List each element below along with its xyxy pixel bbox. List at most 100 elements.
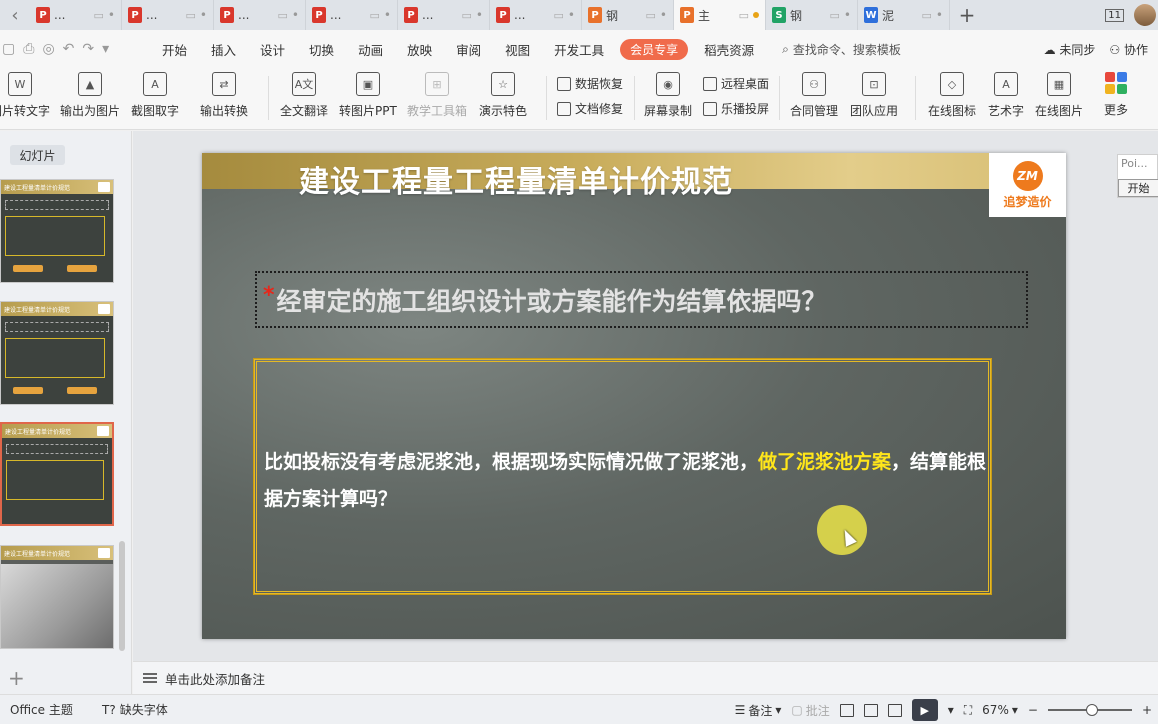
slide-sorter-icon[interactable] xyxy=(863,703,878,717)
preview-icon[interactable]: ◎ xyxy=(42,41,54,57)
menu-design[interactable]: 设计 xyxy=(248,30,297,68)
to-image-ppt-label: 转图片PPT xyxy=(339,104,397,118)
normal-view-icon[interactable] xyxy=(839,703,854,717)
teaching-tools-label: 教学工具箱 xyxy=(407,104,468,118)
current-slide[interactable]: 建设工程量工程量清单计价规范 ZM 追梦造价 * 经审定的施工组织设计或方案能作… xyxy=(202,153,1066,639)
more-button[interactable]: 更多 xyxy=(1104,72,1128,118)
close-icon[interactable]: • xyxy=(660,8,667,22)
online-icons-button[interactable]: ◇ 在线图标 xyxy=(928,72,976,119)
avatar[interactable] xyxy=(1134,4,1156,26)
art-text-button[interactable]: A 艺术字 xyxy=(988,72,1024,119)
zoom-slider[interactable] xyxy=(1047,704,1132,716)
popup-start-button[interactable]: 开始 xyxy=(1118,179,1158,197)
image-ppt-icon: ▣ xyxy=(355,72,380,96)
play-slideshow-button[interactable]: ▶ xyxy=(911,699,938,721)
close-icon[interactable]: • xyxy=(476,8,483,22)
collaborate-label: 协作 xyxy=(1123,42,1148,57)
missing-font-button[interactable]: T? 缺失字体 xyxy=(92,701,168,718)
menu-view[interactable]: 视图 xyxy=(493,30,542,68)
image-to-text-button[interactable]: W 图片转文字 xyxy=(0,72,50,119)
window-count-button[interactable]: 11 xyxy=(1105,8,1124,22)
document-tab[interactable]: P... ▭ • xyxy=(214,0,306,30)
status-bar: Office 主题 T? 缺失字体 ☰ 备注 ▾ ▢ 批注 ▶ ▾ ⛶ 67% ▾ − + xyxy=(0,694,1158,724)
document-tab[interactable]: P 钢 ▭ • xyxy=(582,0,674,30)
save-icon[interactable]: ▢ xyxy=(2,41,15,57)
close-icon[interactable]: • xyxy=(108,8,115,22)
slides-tab[interactable]: 幻灯片 xyxy=(10,145,65,165)
menu-developer[interactable]: 开发工具 xyxy=(542,30,616,68)
team-apps-button[interactable]: ⊡ 团队应用 xyxy=(850,72,898,119)
doc-repair-button[interactable]: 文档修复 xyxy=(557,100,623,117)
add-slide-button[interactable]: + xyxy=(8,666,25,690)
notes-toggle-label: 备注 xyxy=(748,703,773,718)
document-tab[interactable]: S 钢 ▭ • xyxy=(766,0,858,30)
notes-toggle-icon: ☰ xyxy=(734,703,746,717)
comments-button[interactable]: ▢ 批注 xyxy=(791,702,829,719)
question-textbox[interactable]: * 经审定的施工组织设计或方案能作为结算依据吗？ xyxy=(255,271,1028,328)
theme-label[interactable]: Office 主题 xyxy=(0,701,92,718)
slide-thumbnail[interactable]: 建设工程量清单计价规范 xyxy=(0,179,114,283)
close-icon[interactable]: • xyxy=(844,8,851,22)
document-tab[interactable]: P... ▭ • xyxy=(306,0,398,30)
slide-thumbnail[interactable]: 建设工程量清单计价规范 xyxy=(0,301,114,405)
answer-textbox[interactable]: 比如投标没有考虑泥浆池，根据现场实际情况做了泥浆池，做了泥浆池方案，结算能根据方… xyxy=(254,359,991,594)
document-tab[interactable]: P... ▭ • xyxy=(30,0,122,30)
document-tab[interactable]: P... ▭ • xyxy=(490,0,582,30)
remote-icon xyxy=(703,76,717,91)
chevron-down-icon[interactable]: ▾ xyxy=(948,703,954,717)
document-tab[interactable]: P... ▭ • xyxy=(122,0,214,30)
reading-view-icon[interactable] xyxy=(887,703,902,717)
export-image-button[interactable]: ▲ 输出为图片 xyxy=(60,72,120,119)
show-features-button[interactable]: ☆ 演示特色 xyxy=(479,72,527,119)
close-icon[interactable]: • xyxy=(568,8,575,22)
screen-record-button[interactable]: ◉ 屏幕录制 xyxy=(644,72,692,119)
menu-insert[interactable]: 插入 xyxy=(199,30,248,68)
data-recovery-button[interactable]: 数据恢复 xyxy=(557,75,623,92)
remote-desktop-label: 远程桌面 xyxy=(721,77,770,91)
cast-screen-button[interactable]: 乐播投屏 xyxy=(703,100,769,117)
notes-toggle-button[interactable]: ☰ 备注 ▾ xyxy=(735,702,782,719)
contract-management-button[interactable]: ⚇ 合同管理 xyxy=(790,72,838,119)
fit-screen-icon[interactable]: ⛶ xyxy=(964,703,972,718)
close-icon[interactable]: • xyxy=(292,8,299,22)
menu-vip[interactable]: 会员专享 xyxy=(620,38,689,60)
close-icon[interactable]: • xyxy=(200,8,207,22)
new-tab-button[interactable]: + xyxy=(950,0,984,30)
customize-icon[interactable]: ▾ xyxy=(102,41,109,57)
chevron-left-icon[interactable]: ‹ xyxy=(0,0,30,30)
menu-transition[interactable]: 切换 xyxy=(297,30,346,68)
slide-thumbnail-selected[interactable]: 建设工程量清单计价规范 xyxy=(0,422,114,526)
to-image-ppt-button[interactable]: ▣ 转图片PPT xyxy=(339,72,397,119)
active-document-tab[interactable]: P 主 ▭ xyxy=(674,0,766,30)
document-tab[interactable]: W 泥 ▭ • xyxy=(858,0,950,30)
document-tab[interactable]: P... ▭ • xyxy=(398,0,490,30)
remote-desktop-button[interactable]: 远程桌面 xyxy=(703,75,769,92)
online-images-button[interactable]: ▦ 在线图片 xyxy=(1035,72,1083,119)
menu-resources[interactable]: 稻壳资源 xyxy=(692,30,766,68)
notes-pane[interactable]: 单击此处添加备注 xyxy=(133,661,1158,694)
zoom-slider-knob[interactable] xyxy=(1085,704,1098,716)
menu-animation[interactable]: 动画 xyxy=(346,30,395,68)
teaching-tools-button[interactable]: ⊞ 教学工具箱 xyxy=(407,72,467,119)
zoom-level[interactable]: 67% ▾ xyxy=(982,703,1018,717)
export-convert-button[interactable]: ⇄ 输出转换 xyxy=(200,72,248,119)
print-icon[interactable]: ⎙ xyxy=(23,41,34,57)
slide-title[interactable]: 建设工程量工程量清单计价规范 xyxy=(299,157,733,201)
menu-home[interactable]: 开始 xyxy=(150,30,199,68)
full-translate-button[interactable]: A文 全文翻译 xyxy=(280,72,328,119)
close-icon[interactable]: • xyxy=(936,8,943,22)
close-icon[interactable]: • xyxy=(384,8,391,22)
slide-thumbnail[interactable]: 建设工程量清单计价规范 xyxy=(0,545,114,649)
menu-review[interactable]: 审阅 xyxy=(444,30,493,68)
sync-button[interactable]: ☁ 未同步 xyxy=(1044,41,1096,58)
collaborate-button[interactable]: ⚇ 协作 xyxy=(1109,41,1148,58)
undo-icon[interactable]: ↶ xyxy=(63,41,75,57)
redo-icon[interactable]: ↷ xyxy=(82,41,94,57)
slide-panel-scrollbar[interactable] xyxy=(119,541,125,651)
tab-bar: ‹ P... ▭ • P... ▭ • P... ▭ • P... ▭ • P... ▭ • P..… xyxy=(0,0,1158,30)
command-search[interactable]: ⌕ 查找命令、搜索模板 xyxy=(782,41,901,58)
zoom-out-icon[interactable]: − xyxy=(1028,703,1038,717)
screenshot-text-button[interactable]: A 截图取字 xyxy=(131,72,179,119)
zoom-in-icon[interactable]: + xyxy=(1142,703,1152,717)
menu-slideshow[interactable]: 放映 xyxy=(395,30,444,68)
